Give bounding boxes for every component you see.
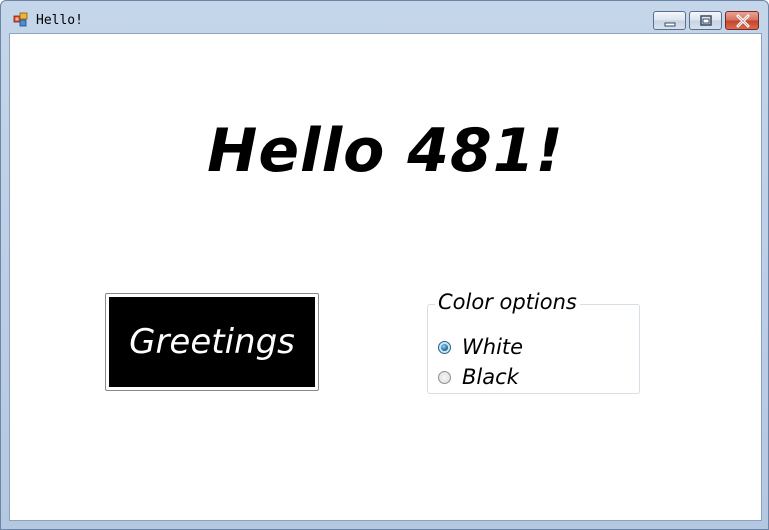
radio-white-label[interactable]: White [462,335,523,359]
close-icon [736,14,750,28]
color-options-group: Color options White Black [427,289,640,394]
form-client-area: Hello 481! Greetings Color options White… [9,33,762,521]
maximize-icon [700,15,712,26]
title-bar[interactable]: Hello! [1,1,768,33]
radio-black-label[interactable]: Black [462,365,519,389]
minimize-button[interactable] [653,11,686,30]
radio-dot-icon [441,343,448,351]
radio-black[interactable]: Black [438,363,519,391]
minimize-icon [664,22,676,27]
color-options-legend: Color options [435,289,580,315]
app-window: Hello! Hello 481! Greetings Color option… [0,0,769,530]
greetings-button-label: Greetings [109,297,315,387]
radio-unchecked-icon[interactable] [438,370,451,384]
radio-checked-icon[interactable] [438,340,451,354]
close-button[interactable] [725,11,759,30]
radio-white[interactable]: White [438,333,523,361]
window-title: Hello! [36,13,83,28]
greetings-button[interactable]: Greetings [105,293,319,391]
maximize-button[interactable] [689,11,722,30]
app-icon [13,12,29,28]
hello-heading: Hello 481! [207,116,564,186]
